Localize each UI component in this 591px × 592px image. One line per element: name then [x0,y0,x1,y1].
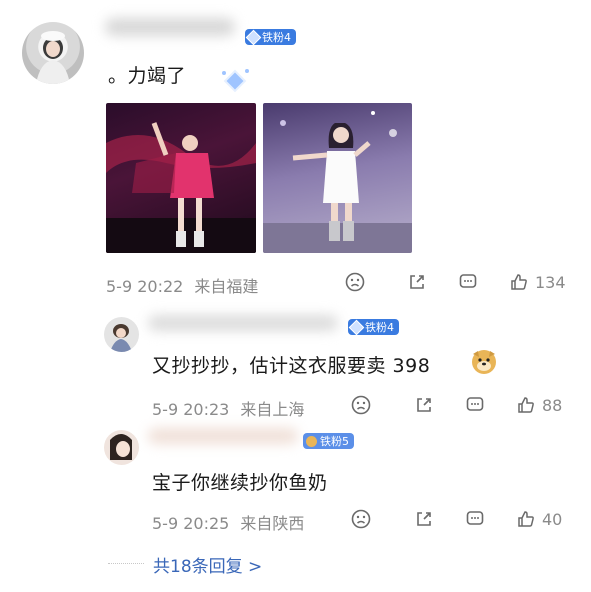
share-icon [417,398,431,412]
singer-figure-icon [263,111,412,253]
comment-icon [466,511,484,525]
thumbs-up-icon [518,511,534,527]
comment-time: 5-9 20:22 [106,277,184,296]
comment-button[interactable] [465,395,485,415]
reply-location: 来自上海 [240,400,305,419]
thumbs-up-icon [518,397,534,413]
share-icon [417,512,431,526]
fan-badge: 铁粉5 [303,433,354,449]
commenter-name[interactable] [105,18,235,36]
share-button[interactable] [414,509,434,529]
like-count: 134 [535,272,566,292]
react-button[interactable] [351,395,371,415]
thumbs-up-icon [511,274,527,290]
avatar-figure-icon [110,324,132,352]
comment-icon [466,397,484,411]
reply-name[interactable] [148,428,298,444]
reply-name[interactable] [148,315,338,331]
badge-diamond-icon [348,319,365,335]
badge-diamond-icon [245,29,262,45]
reply-text: 宝子你继续抄你鱼奶 [152,468,328,495]
badge-doge-icon [306,435,317,447]
fan-badge-label: 铁粉4 [365,321,394,334]
comment-location: 来自福建 [194,277,259,296]
like-count: 88 [542,395,563,415]
dancer-figure-icon [106,122,256,253]
comment-text-label: 。力竭了 [108,65,187,87]
comment-image-1[interactable] [106,103,256,253]
share-icon [410,275,424,289]
reply-avatar[interactable] [104,430,139,465]
avatar-figure-icon [110,434,132,460]
avatar-figure-icon [36,31,70,84]
react-button[interactable] [351,509,371,529]
fan-badge-label: 铁粉5 [320,435,349,448]
comment-text: 。力竭了 [108,61,186,88]
fan-badge-label: 铁粉4 [262,31,291,44]
reply-time: 5-9 20:25 [152,514,230,533]
reply-meta: 5-9 20:25 来自陕西 [152,510,304,534]
react-button[interactable] [345,272,365,292]
share-button[interactable] [414,395,434,415]
smile-face-icon [345,272,365,292]
smile-face-icon [351,395,371,415]
like-count: 40 [542,509,563,529]
doge-emoji-icon [470,348,498,380]
comment-meta: 5-9 20:22 来自福建 [106,273,258,297]
share-button[interactable] [407,272,427,292]
reply-location: 来自陕西 [240,514,305,533]
reply-avatar[interactable] [104,317,139,352]
comment-button[interactable] [465,509,485,529]
like-button[interactable]: 40 [516,509,562,529]
comment-icon [459,274,477,288]
reply-text-label: 宝子你继续抄你鱼奶 [152,472,328,494]
commenter-avatar[interactable] [22,22,84,84]
fan-badge: 铁粉4 [245,29,296,45]
like-button[interactable]: 88 [516,395,562,415]
more-replies-label: 共18条回复 > [153,557,263,577]
reply-time: 5-9 20:23 [152,400,230,419]
more-replies-divider [108,563,144,564]
sparkle-emoji-icon [220,68,250,96]
reply-text: 又抄抄抄，估计这衣服要卖 398 [152,351,430,378]
like-button[interactable]: 134 [509,272,566,292]
comment-image-2[interactable] [263,103,412,253]
more-replies-link[interactable]: 共18条回复 > [153,552,262,577]
reply-meta: 5-9 20:23 来自上海 [152,396,304,420]
smile-face-icon [351,509,371,529]
comment-button[interactable] [458,272,478,292]
reply-text-label: 又抄抄抄，估计这衣服要卖 398 [152,355,431,377]
fan-badge: 铁粉4 [348,319,399,335]
